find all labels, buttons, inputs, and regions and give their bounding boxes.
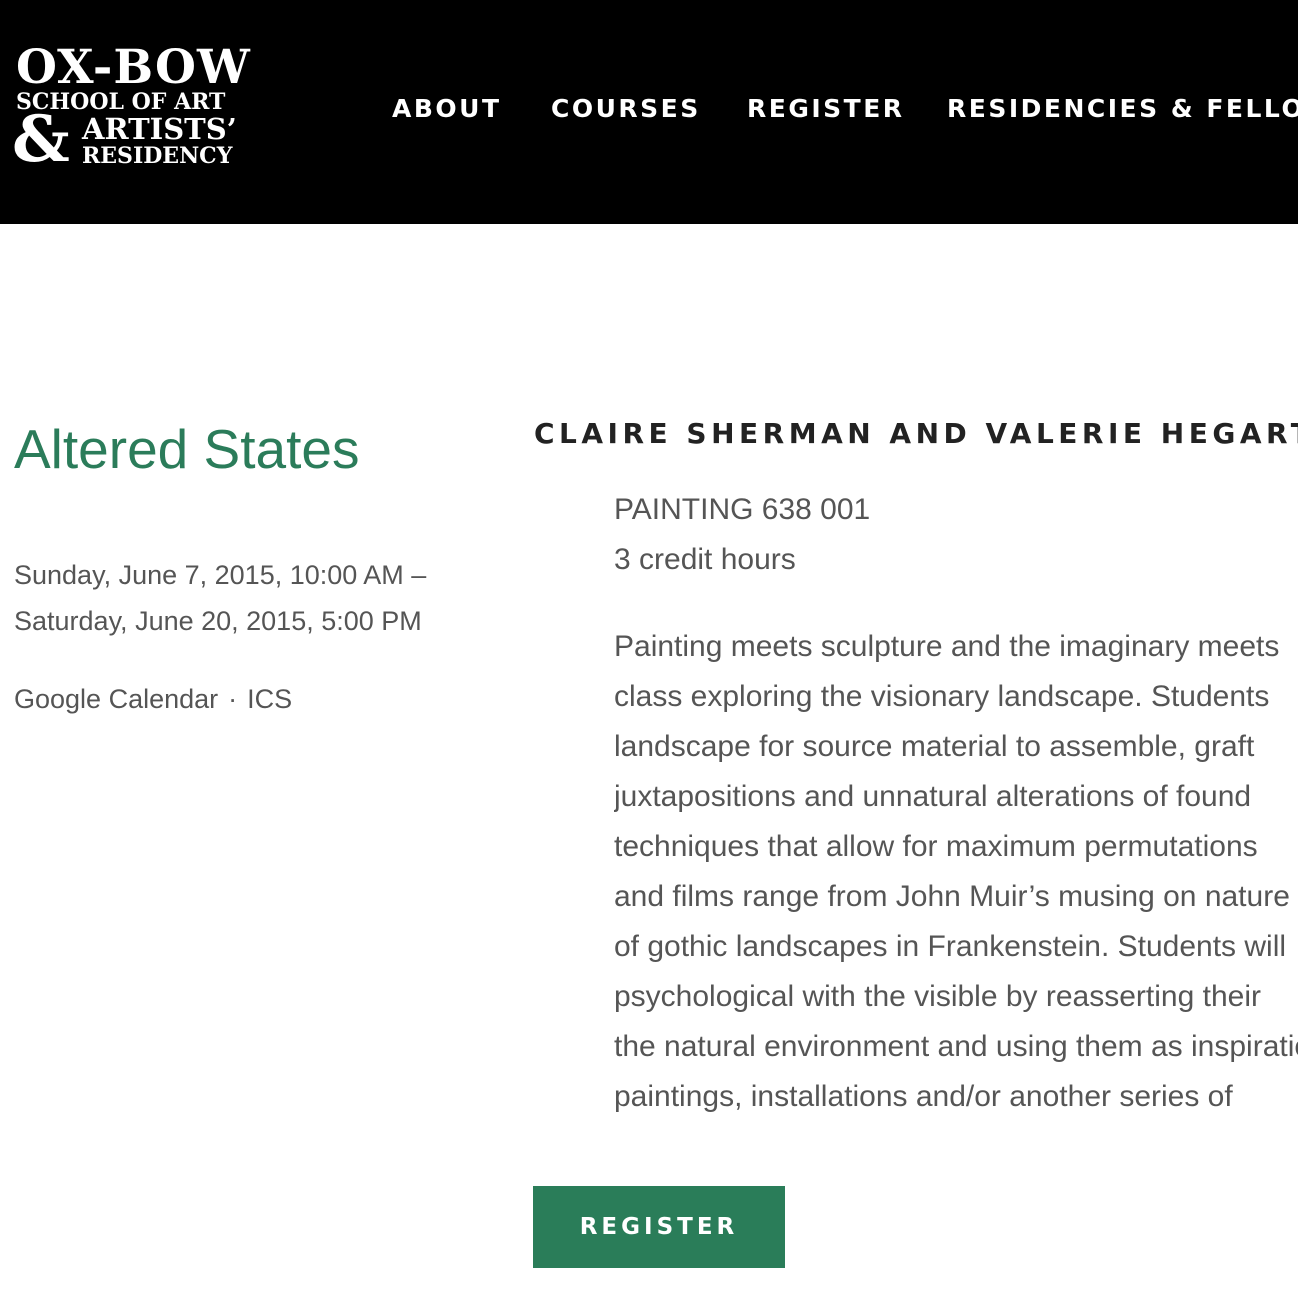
- logo-line-3: ARTISTS’: [82, 112, 237, 146]
- description-line: landscape for source material to assembl…: [614, 730, 1255, 763]
- calendar-links: Google Calendar · ICS: [14, 678, 292, 720]
- description-line: the natural environment and using them a…: [614, 1030, 1298, 1063]
- description-line: psychological with the visible by reasse…: [614, 980, 1261, 1013]
- nav-courses[interactable]: COURSES: [551, 92, 701, 126]
- nav-register[interactable]: REGISTER: [747, 92, 905, 126]
- nav-residencies-fellowships[interactable]: RESIDENCIES & FELLOWSHIPS: [947, 92, 1298, 126]
- oxbow-logo[interactable]: OX-BOW SCHOOL OF ART & ARTISTS’ RESIDENC…: [12, 42, 272, 176]
- course-description: Painting meets sculpture and the imagina…: [614, 622, 1298, 1122]
- logo-line-1: OX-BOW: [16, 40, 251, 95]
- description-line: Painting meets sculpture and the imagina…: [614, 630, 1280, 663]
- logo-ampersand: &: [12, 102, 70, 177]
- logo-line-4: RESIDENCY: [82, 143, 233, 169]
- event-date-range: Sunday, June 7, 2015, 10:00 AM – Saturda…: [14, 552, 426, 644]
- description-line: juxtapositions and unnatural alterations…: [614, 780, 1252, 813]
- event-date-start: Sunday, June 7, 2015, 10:00 AM –: [14, 560, 427, 590]
- course-instructors: CLAIRE SHERMAN AND VALERIE HEGARTY: [534, 417, 1298, 450]
- course-credit-hours: 3 credit hours: [614, 543, 796, 576]
- register-button[interactable]: REGISTER: [533, 1186, 785, 1268]
- course-code: PAINTING 638 001: [614, 493, 871, 526]
- calendar-link-separator: ·: [228, 684, 238, 714]
- nav-about[interactable]: ABOUT: [392, 92, 502, 126]
- description-line: and films range from John Muir’s musing …: [614, 880, 1290, 913]
- event-title: Altered States: [14, 418, 360, 480]
- description-line: techniques that allow for maximum permut…: [614, 830, 1258, 863]
- description-line: class exploring the visionary landscape.…: [614, 680, 1270, 713]
- google-calendar-link[interactable]: Google Calendar: [14, 684, 218, 714]
- site-header: OX-BOW SCHOOL OF ART & ARTISTS’ RESIDENC…: [0, 0, 1298, 224]
- description-line: paintings, installations and/or another …: [614, 1080, 1233, 1113]
- description-line: of gothic landscapes in Frankenstein. St…: [614, 930, 1287, 963]
- ics-link[interactable]: ICS: [247, 684, 292, 714]
- event-date-end: Saturday, June 20, 2015, 5:00 PM: [14, 606, 422, 636]
